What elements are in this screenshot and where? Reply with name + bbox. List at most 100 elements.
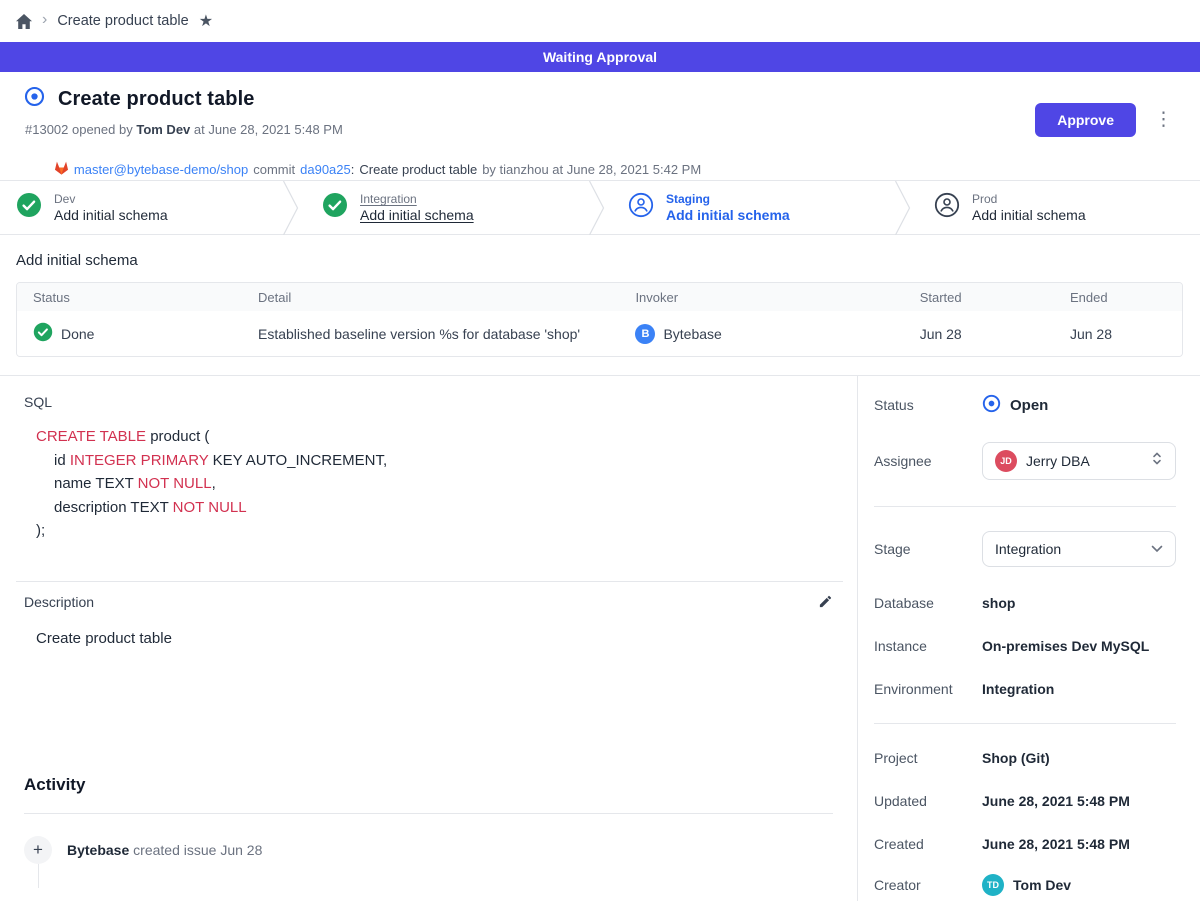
chevron-down-icon [1151,540,1163,558]
stage-dev[interactable]: Dev Add initial schema [0,181,282,234]
creator-value: Tom Dev [1013,877,1071,893]
task-invoker: Bytebase [663,326,721,342]
pipeline-stages: Dev Add initial schema Integration Add i… [0,181,1200,235]
stage-env-label: Integration [360,192,474,206]
open-issue-icon [24,86,45,112]
issue-detail-main: SQL CREATE TABLE product ( id INTEGER PR… [0,376,858,901]
task-ended: Jun 28 [1062,311,1182,356]
description-text: Create product table [36,630,833,647]
project-label: Project [874,750,982,766]
assignee-label: Assignee [874,453,982,469]
activity-divider [24,813,833,814]
stage-pending-person-icon [628,192,654,223]
created-value: June 28, 2021 5:48 PM [982,836,1130,852]
sidebar-divider [874,506,1176,507]
vcs-commit-byline: by tianzhou at June 28, 2021 5:42 PM [482,162,701,177]
database-value[interactable]: shop [982,595,1015,611]
assignee-value: Jerry DBA [1026,453,1142,469]
vcs-commit-hash-link[interactable]: da90a25 [300,162,351,177]
column-detail: Detail [250,283,627,311]
sidebar-divider [874,723,1176,724]
stage-separator [894,181,912,235]
updated-value: June 28, 2021 5:48 PM [982,793,1130,809]
issue-number: #13002 opened by [25,122,133,137]
environment-label: Environment [874,681,982,697]
task-started: Jun 28 [912,311,1062,356]
task-table-header-row: Status Detail Invoker Started Ended [17,283,1182,311]
description-label: Description [24,594,94,610]
stage-separator [588,181,606,235]
sql-keyword: INTEGER PRIMARY [70,452,209,469]
issue-opened-at: at June 28, 2021 5:48 PM [194,122,343,137]
invoker-avatar: B [635,324,655,344]
activity-item: + Bytebase created issue Jun 28 [24,836,833,864]
home-icon[interactable] [16,14,32,29]
column-status: Status [17,283,250,311]
done-check-icon [33,322,53,345]
table-row[interactable]: Done Established baseline version %s for… [17,311,1182,356]
issue-sidebar: Status Open Assignee JD Jerry DBA Stage [858,376,1200,901]
activity-actor: Bytebase [67,842,129,858]
stage-select-value: Integration [995,541,1142,557]
vcs-branch-link[interactable]: master@bytebase-demo/shop [74,162,248,177]
stage-task-label: Add initial schema [360,207,474,223]
issue-author: Tom Dev [136,122,190,137]
kebab-menu-icon[interactable]: ⋮ [1151,103,1176,136]
stage-select[interactable]: Integration [982,531,1176,567]
sql-text: product ( [146,428,209,445]
plus-icon: + [24,836,52,864]
vcs-commit-word: commit [253,162,295,177]
instance-value[interactable]: On-premises Dev MySQL [982,638,1149,654]
stage-done-icon [16,192,42,223]
breadcrumb: › Create product table ★ [0,0,1200,42]
stage-separator [282,181,300,235]
sql-text: description TEXT [54,499,173,516]
edit-pencil-icon[interactable] [818,594,833,609]
stage-pending-person-icon [934,192,960,223]
breadcrumb-chevron-icon: › [42,12,47,28]
stage-task-label: Add initial schema [972,207,1086,223]
stage-env-label: Staging [666,192,790,206]
sql-text: name TEXT [54,475,138,492]
sql-text: KEY AUTO_INCREMENT, [208,452,387,469]
sql-section-label: SQL [24,394,833,410]
environment-value[interactable]: Integration [982,681,1054,697]
issue-header: Create product table #13002 opened by To… [0,72,1200,181]
task-table: Status Detail Invoker Started Ended Done [17,283,1182,356]
sql-keyword: NOT NULL [173,499,247,516]
updown-chevrons-icon [1151,451,1163,471]
created-label: Created [874,836,982,852]
open-status-icon [982,394,1001,417]
task-section-title: Add initial schema [16,252,1183,269]
sql-statement[interactable]: CREATE TABLE product ( id INTEGER PRIMAR… [36,425,833,543]
activity-title: Activity [24,775,833,795]
creator-avatar: TD [982,874,1004,896]
assignee-avatar: JD [995,450,1017,472]
assignee-select[interactable]: JD Jerry DBA [982,442,1176,480]
issue-title: Create product table [58,88,254,111]
status-banner-text: Waiting Approval [543,49,657,65]
stage-staging-current[interactable]: Staging Add initial schema [606,181,894,234]
column-invoker: Invoker [627,283,911,311]
issue-meta: #13002 opened by Tom Dev at June 28, 202… [25,122,701,137]
stage-task-label: Add initial schema [54,207,168,223]
stage-done-icon [322,192,348,223]
stage-task-label: Add initial schema [666,207,790,223]
task-status: Done [61,326,94,342]
approve-button[interactable]: Approve [1035,103,1136,137]
sql-text: , [212,475,216,492]
updated-label: Updated [874,793,982,809]
vcs-commit-message: Create product table [359,162,477,177]
stage-prod[interactable]: Prod Add initial schema [912,181,1200,234]
star-icon[interactable]: ★ [199,11,213,31]
database-label: Database [874,595,982,611]
stage-env-label: Dev [54,192,168,206]
stage-integration[interactable]: Integration Add initial schema [300,181,588,234]
creator-label: Creator [874,877,982,893]
column-started: Started [912,283,1062,311]
sql-text: id [54,452,70,469]
section-divider [16,581,843,582]
activity-timeline [38,864,39,888]
project-value[interactable]: Shop (Git) [982,750,1050,766]
column-ended: Ended [1062,283,1182,311]
